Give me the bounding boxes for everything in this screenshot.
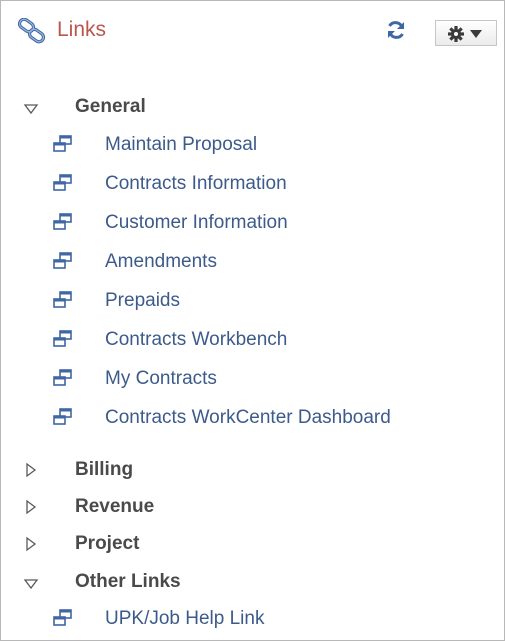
link-label: Maintain Proposal <box>105 134 258 155</box>
new-window-icon <box>53 213 72 230</box>
section-label: Other Links <box>75 571 181 592</box>
links-pagelet: Links General Maintain Proposal Contract… <box>0 0 505 641</box>
link-upk-job-help[interactable]: UPK/Job Help Link <box>1 603 504 637</box>
link-label: UPK/Job Help Link <box>105 608 265 629</box>
new-window-icon <box>53 291 72 308</box>
link-amendments[interactable]: Amendments <box>1 246 504 280</box>
link-label: Contracts Workbench <box>105 329 288 350</box>
new-window-icon <box>53 174 72 191</box>
section-billing[interactable]: Billing <box>1 454 504 488</box>
section-label: Revenue <box>75 496 155 517</box>
chain-link-icon <box>17 18 46 44</box>
link-contracts-information[interactable]: Contracts Information <box>1 168 504 202</box>
link-label: Contracts WorkCenter Dashboard <box>105 407 391 428</box>
link-label: Prepaids <box>105 290 180 311</box>
link-maintain-proposal[interactable]: Maintain Proposal <box>1 129 504 163</box>
pagelet-header: Links <box>1 1 504 63</box>
section-revenue[interactable]: Revenue <box>1 491 504 525</box>
link-my-contracts[interactable]: My Contracts <box>1 363 504 397</box>
triangle-expanded-icon <box>23 104 39 115</box>
new-window-icon <box>53 252 72 269</box>
new-window-icon <box>53 330 72 347</box>
link-label: Amendments <box>105 251 217 272</box>
section-label: Billing <box>75 459 134 480</box>
link-contracts-workcenter-dashboard[interactable]: Contracts WorkCenter Dashboard <box>1 402 504 436</box>
new-window-icon <box>53 408 72 425</box>
new-window-icon <box>53 369 72 386</box>
section-project[interactable]: Project <box>1 528 504 562</box>
new-window-icon <box>53 609 72 626</box>
triangle-collapsed-icon <box>26 499 37 515</box>
link-label: Contracts Information <box>105 173 287 194</box>
section-label: General <box>75 96 146 117</box>
triangle-collapsed-icon <box>26 536 37 552</box>
link-label: Customer Information <box>105 212 288 233</box>
gear-dropdown-icon <box>448 26 482 42</box>
link-label: My Contracts <box>105 368 217 389</box>
link-customer-information[interactable]: Customer Information <box>1 207 504 241</box>
section-general[interactable]: General <box>1 91 504 125</box>
triangle-collapsed-icon <box>26 462 37 478</box>
section-other-links[interactable]: Other Links <box>1 566 504 600</box>
triangle-expanded-icon <box>23 579 39 590</box>
link-prepaids[interactable]: Prepaids <box>1 285 504 319</box>
new-window-icon <box>53 135 72 152</box>
link-contracts-workbench[interactable]: Contracts Workbench <box>1 324 504 358</box>
section-label: Project <box>75 533 140 554</box>
pagelet-title: Links <box>57 18 107 41</box>
refresh-icon[interactable] <box>385 19 407 41</box>
settings-menu-button[interactable] <box>435 20 497 46</box>
